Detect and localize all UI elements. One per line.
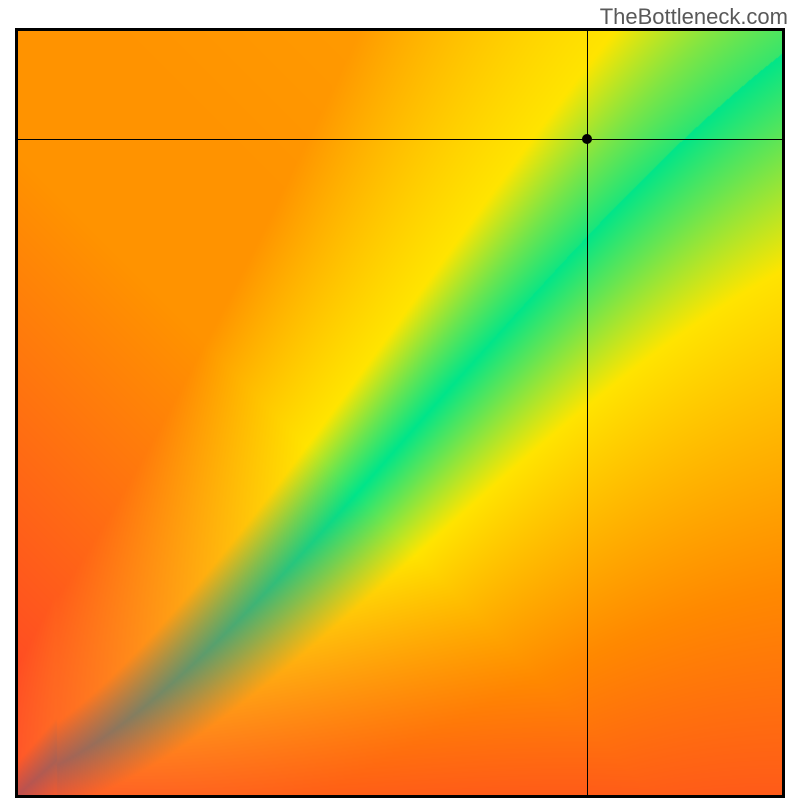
crosshair-horizontal (18, 139, 782, 140)
selected-point-marker (582, 134, 592, 144)
watermark-text: TheBottleneck.com (600, 4, 788, 30)
heatmap-canvas (18, 31, 782, 795)
crosshair-vertical (587, 31, 588, 795)
heatmap-plot (15, 28, 785, 798)
